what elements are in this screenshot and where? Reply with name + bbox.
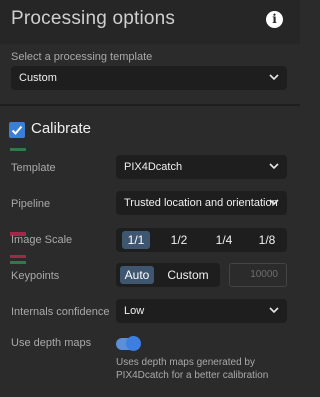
red-mark-decoration (10, 255, 26, 258)
green-mark-decoration (10, 261, 26, 264)
calibration-template-value: PIX4Dcatch (124, 161, 183, 173)
green-mark-decoration (10, 148, 26, 151)
depth-maps-toggle[interactable] (116, 336, 141, 351)
internals-confidence-label: Internals confidence (11, 306, 110, 318)
internals-confidence-value: Low (124, 305, 145, 317)
keypoints-number-input[interactable]: 10000 (229, 263, 287, 287)
template-label: Template (11, 162, 56, 174)
calibrate-title: Calibrate (31, 120, 92, 137)
image-scale-segmented-control: 1/1 1/2 1/4 1/8 (116, 228, 287, 252)
template-select[interactable]: Custom (11, 66, 287, 90)
keypoints-segmented-control: Auto Custom (116, 263, 220, 287)
header: Processing options i (0, 0, 300, 44)
page-title: Processing options (11, 8, 176, 29)
image-scale-label: Image Scale (11, 234, 73, 246)
chevron-down-icon (269, 307, 279, 314)
image-scale-option-1-8[interactable]: 1/8 (253, 231, 281, 249)
chevron-down-icon (269, 163, 279, 170)
pipeline-value: Trusted location and orientation (124, 197, 278, 209)
keypoints-option-custom[interactable]: Custom (162, 266, 214, 284)
template-select-value: Custom (19, 72, 57, 84)
internals-confidence-select[interactable]: Low (116, 299, 287, 323)
chevron-down-icon (269, 199, 279, 206)
divider (0, 104, 300, 106)
pipeline-select[interactable]: Trusted location and orientation (116, 191, 287, 215)
chevron-down-icon (269, 74, 279, 81)
calibrate-checkbox[interactable] (9, 122, 25, 138)
keypoints-option-auto[interactable]: Auto (120, 266, 154, 284)
toggle-knob (126, 336, 141, 351)
pipeline-label: Pipeline (11, 198, 51, 210)
image-scale-option-1-1[interactable]: 1/1 (122, 231, 150, 249)
info-icon[interactable]: i (266, 11, 283, 28)
check-icon (11, 125, 23, 135)
image-scale-option-1-4[interactable]: 1/4 (210, 231, 238, 249)
depth-maps-description: Uses depth maps generated by PIX4Dcatch … (116, 357, 269, 381)
calibration-template-select[interactable]: PIX4Dcatch (116, 155, 287, 179)
keypoints-label: Keypoints (11, 270, 60, 282)
depth-maps-label: Use depth maps (11, 337, 92, 349)
template-select-label: Select a processing template (11, 51, 153, 63)
image-scale-option-1-2[interactable]: 1/2 (165, 231, 193, 249)
